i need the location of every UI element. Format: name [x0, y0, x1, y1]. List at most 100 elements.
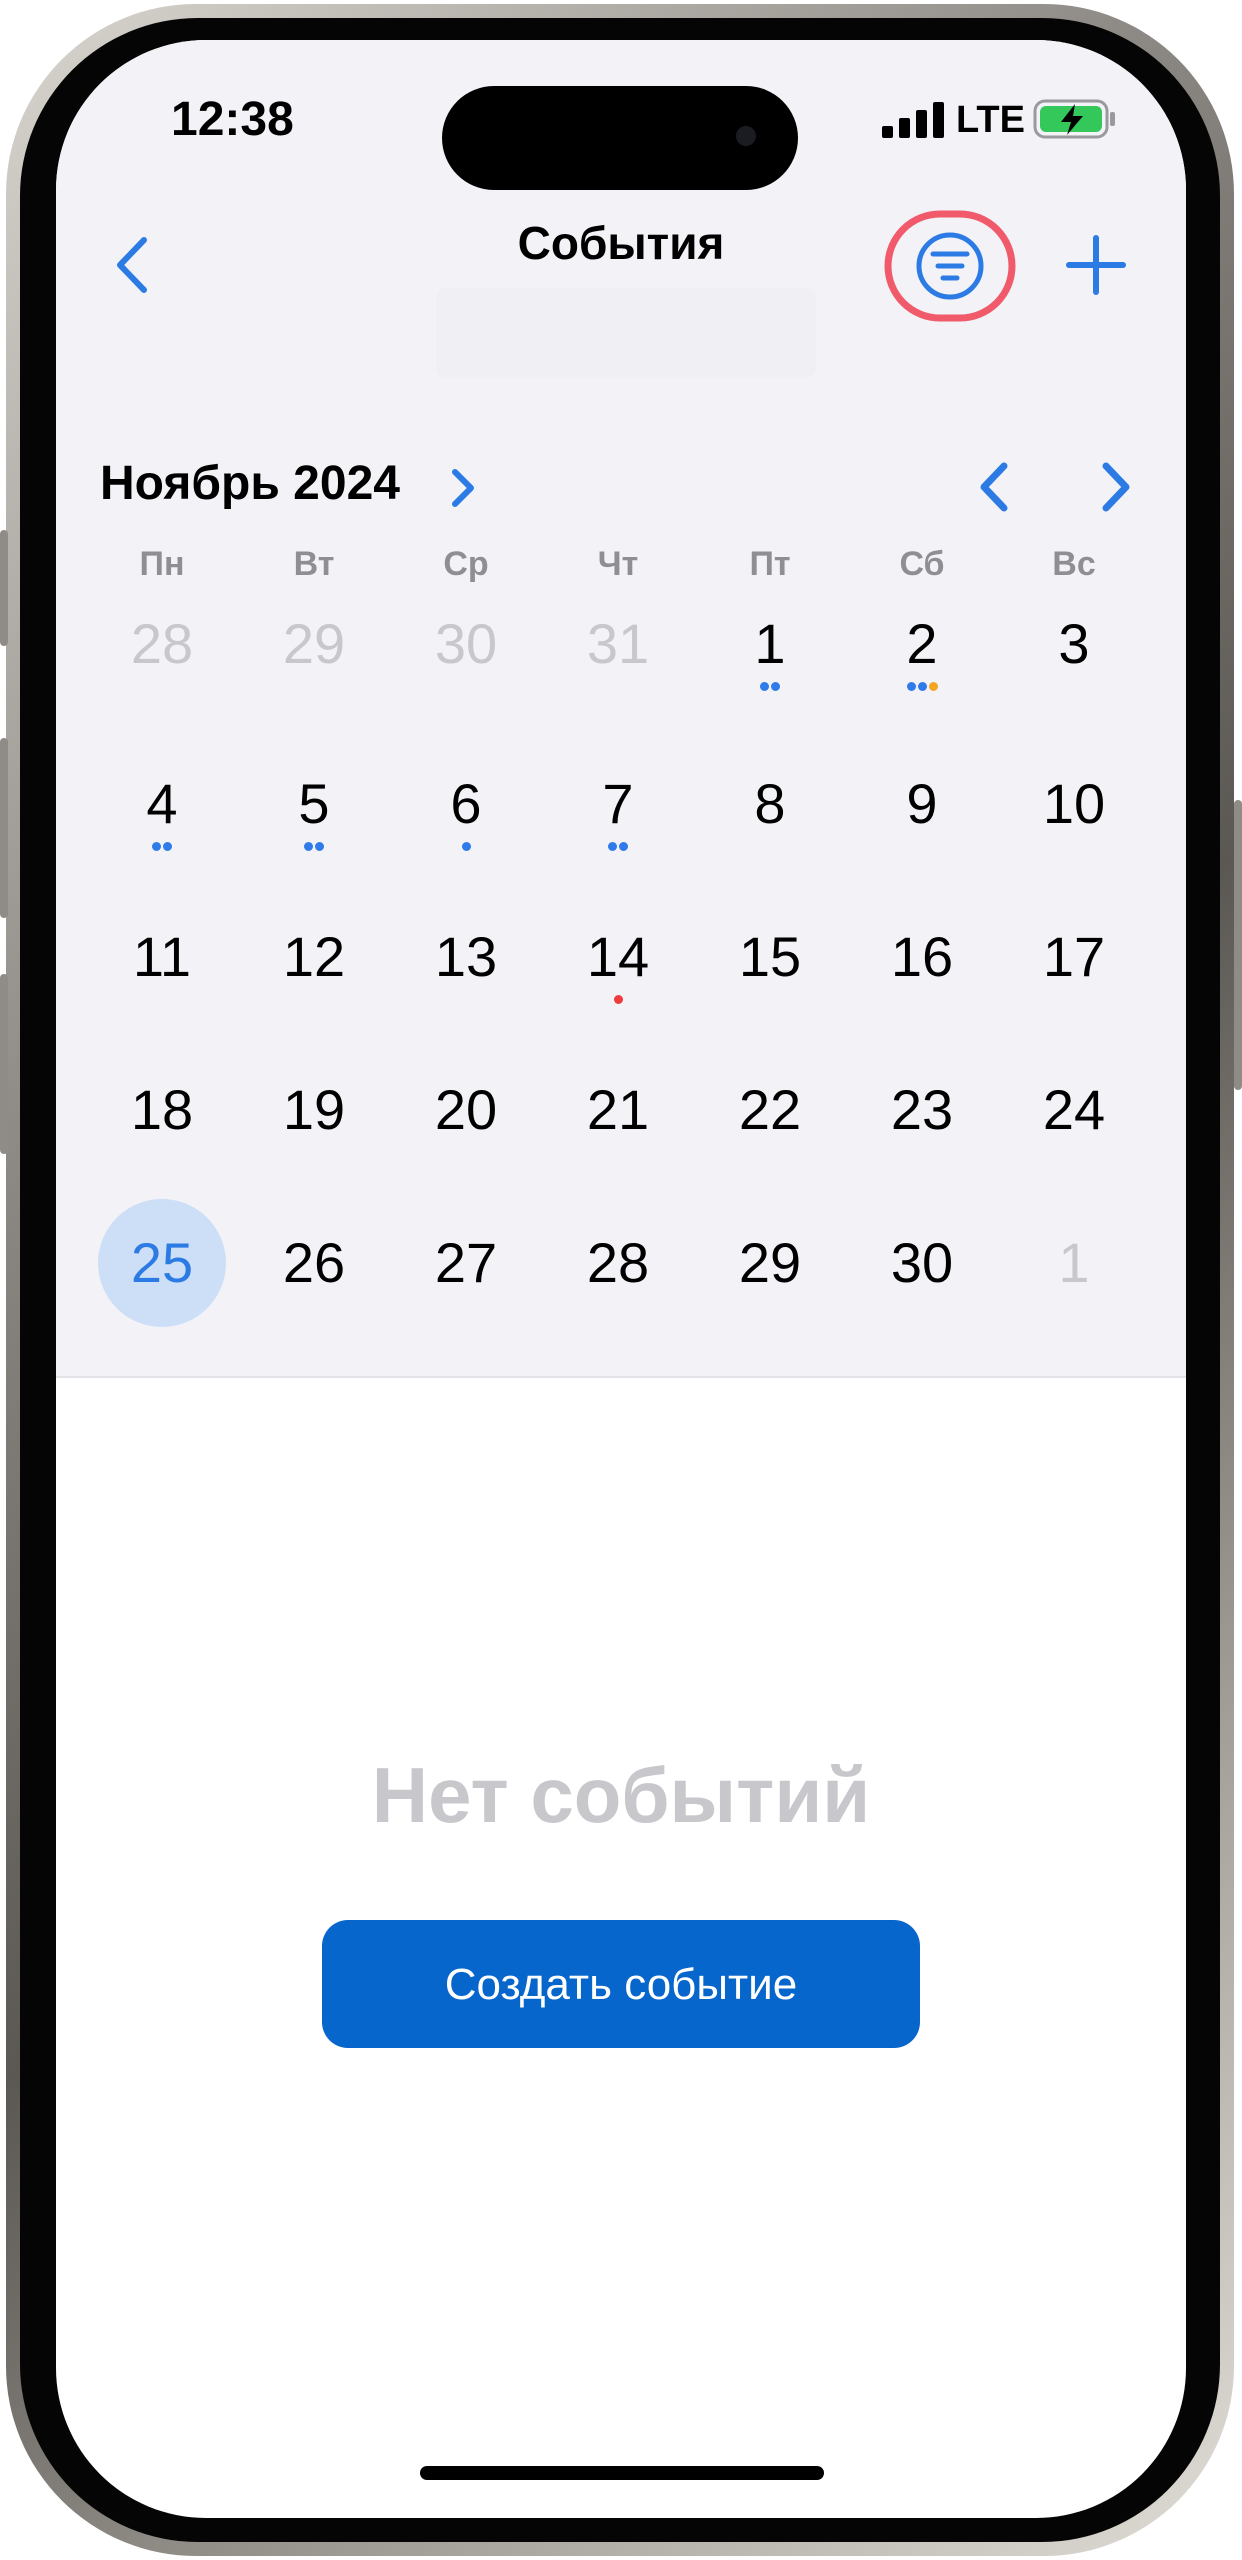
empty-state-message: Нет событий [371, 1751, 871, 1839]
action-button [0, 530, 8, 646]
calendar-day[interactable]: 7 [542, 728, 694, 880]
day-number: 30 [434, 612, 498, 675]
day-number: 25 [130, 1231, 194, 1294]
day-number: 2 [906, 612, 938, 675]
day-number: 12 [282, 925, 346, 988]
calendar-day[interactable]: 19 [238, 1034, 390, 1186]
event-dot [771, 682, 780, 691]
create-event-button[interactable]: Создать событие [322, 1920, 920, 2048]
calendar-day[interactable]: 29 [238, 568, 390, 720]
day-number: 15 [738, 925, 802, 988]
day-number: 18 [130, 1078, 194, 1141]
day-number: 24 [1042, 1078, 1106, 1141]
day-number: 14 [586, 925, 650, 988]
calendar-day[interactable]: 3 [998, 568, 1150, 720]
day-number: 23 [890, 1078, 954, 1141]
event-dot [315, 842, 324, 851]
volume-down-button [0, 974, 8, 1154]
event-dot [608, 842, 617, 851]
calendar-day[interactable]: 14 [542, 881, 694, 1033]
event-dots [694, 682, 846, 694]
day-number: 10 [1042, 772, 1106, 835]
event-dot [461, 842, 471, 851]
event-dot [917, 682, 927, 691]
calendar-day[interactable]: 30 [390, 568, 542, 720]
event-dots [238, 842, 390, 854]
event-dot [619, 842, 628, 851]
calendar-day-selected[interactable]: 25 [86, 1187, 238, 1339]
event-dots [542, 842, 694, 854]
event-dots [542, 995, 694, 1007]
day-number: 11 [132, 925, 192, 988]
day-number: 16 [890, 925, 954, 988]
calendar-day[interactable]: 2 [846, 568, 998, 720]
power-button [1234, 800, 1242, 1090]
day-number: 26 [282, 1231, 346, 1294]
calendar-day[interactable]: 26 [238, 1187, 390, 1339]
screen: 12:38 LTE События Ноябрь 2024 Пн Вт Ср Ч… [56, 40, 1186, 2518]
day-number: 28 [130, 612, 194, 675]
event-dot [152, 842, 161, 851]
calendar-day[interactable]: 23 [846, 1034, 998, 1186]
calendar-day[interactable]: 18 [86, 1034, 238, 1186]
calendar-day[interactable]: 28 [542, 1187, 694, 1339]
day-number: 27 [434, 1231, 498, 1294]
day-number: 21 [586, 1078, 650, 1141]
event-dots [86, 842, 238, 854]
calendar-day[interactable]: 12 [238, 881, 390, 1033]
day-number: 29 [282, 612, 346, 675]
day-number: 17 [1042, 925, 1106, 988]
day-number: 20 [434, 1078, 498, 1141]
calendar-day[interactable]: 29 [694, 1187, 846, 1339]
calendar-day[interactable]: 24 [998, 1034, 1150, 1186]
calendar-day[interactable]: 21 [542, 1034, 694, 1186]
day-number: 13 [434, 925, 498, 988]
day-number: 5 [298, 772, 330, 835]
calendar-day[interactable]: 30 [846, 1187, 998, 1339]
calendar-day[interactable]: 11 [86, 881, 238, 1033]
event-dot [613, 995, 623, 1004]
day-number: 30 [890, 1231, 954, 1294]
day-number: 31 [586, 612, 650, 675]
calendar-day[interactable]: 4 [86, 728, 238, 880]
calendar-grid: 28 29 30 31 1 2 3 4 5 6 7 8 9 10 11 12 13 14 15 16 17 18 19 20 2… [56, 40, 1186, 1376]
day-number: 3 [1058, 612, 1090, 675]
day-number: 9 [906, 772, 938, 835]
event-dot [163, 842, 172, 851]
calendar-day[interactable]: 6 [390, 728, 542, 880]
calendar-day[interactable]: 1 [694, 568, 846, 720]
day-number: 8 [754, 772, 786, 835]
day-number: 7 [602, 772, 634, 835]
calendar-day[interactable]: 22 [694, 1034, 846, 1186]
event-dot [760, 682, 769, 691]
day-number: 19 [282, 1078, 346, 1141]
calendar-day[interactable]: 27 [390, 1187, 542, 1339]
day-number: 1 [754, 612, 786, 675]
day-number: 22 [738, 1078, 802, 1141]
calendar-day[interactable]: 31 [542, 568, 694, 720]
calendar-day[interactable]: 1 [998, 1187, 1150, 1339]
day-number: 28 [586, 1231, 650, 1294]
calendar-day[interactable]: 20 [390, 1034, 542, 1186]
day-number: 6 [450, 772, 482, 835]
calendar-day[interactable]: 13 [390, 881, 542, 1033]
volume-up-button [0, 738, 8, 918]
event-dots [846, 682, 998, 694]
event-dot [304, 842, 313, 851]
calendar-day[interactable]: 16 [846, 881, 998, 1033]
event-dot [906, 682, 916, 691]
day-number: 29 [738, 1231, 802, 1294]
calendar-day[interactable]: 5 [238, 728, 390, 880]
day-number: 1 [1058, 1231, 1090, 1294]
day-number: 4 [146, 772, 178, 835]
calendar-day[interactable]: 10 [998, 728, 1150, 880]
panel-divider [56, 1376, 1186, 1378]
event-dots [390, 842, 542, 854]
calendar-day[interactable]: 28 [86, 568, 238, 720]
calendar-day[interactable]: 9 [846, 728, 998, 880]
calendar-day[interactable]: 17 [998, 881, 1150, 1033]
calendar-day[interactable]: 15 [694, 881, 846, 1033]
home-indicator[interactable] [420, 2466, 824, 2480]
calendar-day[interactable]: 8 [694, 728, 846, 880]
event-dot [928, 682, 938, 691]
